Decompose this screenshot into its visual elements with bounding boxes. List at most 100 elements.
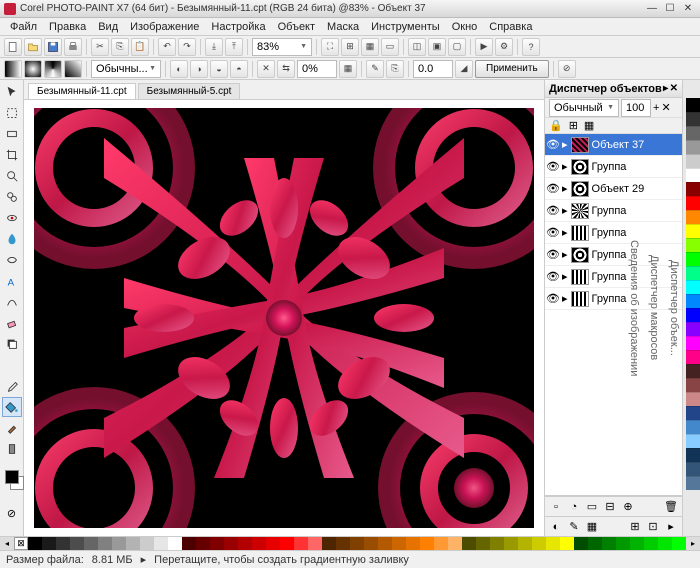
palette-swatch[interactable] xyxy=(532,537,546,550)
vpalette-swatch[interactable] xyxy=(686,210,700,224)
palette-swatch[interactable] xyxy=(84,537,98,550)
transparency-button[interactable]: ▦ xyxy=(339,60,357,78)
palette-swatch[interactable] xyxy=(602,537,616,550)
palette-swatch[interactable] xyxy=(266,537,280,550)
palette-swatch[interactable] xyxy=(560,537,574,550)
ft3-icon[interactable]: ▦ xyxy=(585,520,599,534)
ft1-icon[interactable]: ◐ xyxy=(549,520,563,534)
fill-tool[interactable] xyxy=(2,397,22,417)
expand-icon[interactable]: ▸ xyxy=(562,292,568,305)
grid-button[interactable]: ▦ xyxy=(361,38,379,56)
palette-swatch[interactable] xyxy=(196,537,210,550)
blend-mode-combo[interactable]: Обычны...▼ xyxy=(91,60,161,78)
vpalette-swatch[interactable] xyxy=(686,168,700,182)
vpalette-swatch[interactable] xyxy=(686,182,700,196)
palette-swatch[interactable] xyxy=(112,537,126,550)
new-object-icon[interactable]: ▫ xyxy=(549,500,563,514)
mask-transform-tool[interactable] xyxy=(2,124,22,144)
palette-swatch[interactable] xyxy=(294,537,308,550)
visibility-icon[interactable]: 👁 xyxy=(547,271,559,283)
palette-swatch[interactable] xyxy=(462,537,476,550)
new-button[interactable] xyxy=(4,38,22,56)
eraser-tool[interactable] xyxy=(2,313,22,333)
menu-image[interactable]: Изображение xyxy=(124,21,205,33)
vpalette-swatch[interactable] xyxy=(686,378,700,392)
layer-item[interactable]: 👁▸Группа xyxy=(545,156,682,178)
image-sprayer-tool[interactable] xyxy=(2,439,22,459)
fill-conical-button[interactable] xyxy=(44,60,62,78)
menu-edit[interactable]: Правка xyxy=(43,21,92,33)
palette-swatch[interactable] xyxy=(630,537,644,550)
vpalette-swatch[interactable] xyxy=(686,196,700,210)
vpalette-swatch[interactable] xyxy=(686,364,700,378)
palette-swatch[interactable] xyxy=(658,537,672,550)
lock-all-icon[interactable]: 🔒 xyxy=(549,119,563,132)
ft4-icon[interactable]: ⊞ xyxy=(628,520,642,534)
opacity-spin[interactable]: 0% xyxy=(297,60,337,78)
palette-swatch[interactable] xyxy=(154,537,168,550)
free-node-button[interactable]: ✕ xyxy=(257,60,275,78)
palette-prev[interactable]: ◂ xyxy=(0,537,14,550)
launch-button[interactable]: ▶ xyxy=(475,38,493,56)
fill-square-button[interactable] xyxy=(64,60,82,78)
vpalette-swatch[interactable] xyxy=(686,294,700,308)
new-mask-icon[interactable]: ▭ xyxy=(585,500,599,514)
style3-button[interactable]: ◒ xyxy=(210,60,228,78)
zoom-tool[interactable] xyxy=(2,166,22,186)
invert-mask-button[interactable]: ▣ xyxy=(428,38,446,56)
vpalette-swatch[interactable] xyxy=(686,420,700,434)
menu-view[interactable]: Вид xyxy=(92,21,124,33)
palette-swatch[interactable] xyxy=(140,537,154,550)
remove-mask-button[interactable]: ▢ xyxy=(448,38,466,56)
dropshadow-tool[interactable] xyxy=(2,334,22,354)
help-button[interactable]: ? xyxy=(522,38,540,56)
palette-swatch[interactable] xyxy=(336,537,350,550)
redo-button[interactable]: ↷ xyxy=(178,38,196,56)
menu-window[interactable]: Окно xyxy=(446,21,484,33)
eyedropper-tool[interactable] xyxy=(2,376,22,396)
pick-tool[interactable] xyxy=(2,82,22,102)
print-button[interactable] xyxy=(64,38,82,56)
layer-item[interactable]: 👁▸Группа xyxy=(545,244,682,266)
rtab-macros[interactable]: Диспетчер макросов xyxy=(648,255,660,360)
edit-button[interactable]: ✎ xyxy=(366,60,384,78)
palette-swatch[interactable] xyxy=(392,537,406,550)
palette-swatch[interactable] xyxy=(126,537,140,550)
rtab-objects[interactable]: Диспетчер объек... xyxy=(668,260,680,356)
paint-tool[interactable] xyxy=(2,418,22,438)
lock-pixel-icon[interactable]: ▦ xyxy=(584,119,594,132)
visibility-icon[interactable]: 👁 xyxy=(547,227,559,239)
liquid-tool[interactable] xyxy=(2,229,22,249)
palette-swatch[interactable] xyxy=(238,537,252,550)
ft-menu-icon[interactable]: ▸ xyxy=(664,520,678,534)
paste-button[interactable]: 📋 xyxy=(131,38,149,56)
rtab-info[interactable]: Сведения об изображении xyxy=(628,240,640,376)
zoom-combo[interactable]: 83%▼ xyxy=(252,38,312,56)
mirror-button[interactable]: ⇆ xyxy=(277,60,295,78)
panel-close-icon[interactable]: ✕ xyxy=(670,83,678,94)
reset-button[interactable]: ⊘ xyxy=(558,60,576,78)
menu-file[interactable]: Файл xyxy=(4,21,43,33)
layer-item[interactable]: 👁▸Группа xyxy=(545,222,682,244)
open-button[interactable] xyxy=(24,38,42,56)
visibility-icon[interactable]: 👁 xyxy=(547,205,559,217)
lock-pos-icon[interactable]: ⊞ xyxy=(569,119,578,132)
palette-swatch[interactable] xyxy=(210,537,224,550)
menu-tools[interactable]: Инструменты xyxy=(365,21,446,33)
layer-item[interactable]: 👁▸Группа xyxy=(545,200,682,222)
crop-tool[interactable] xyxy=(2,145,22,165)
palette-swatch[interactable] xyxy=(70,537,84,550)
cut-button[interactable]: ✂ xyxy=(91,38,109,56)
layer-opacity-spin[interactable]: 100 xyxy=(621,99,651,117)
combine-icon[interactable]: ⊕ xyxy=(621,500,635,514)
clone-tool[interactable] xyxy=(2,187,22,207)
visibility-icon[interactable]: 👁 xyxy=(547,183,559,195)
vpalette-swatch[interactable] xyxy=(686,252,700,266)
minimize-button[interactable]: — xyxy=(644,2,660,16)
canvas[interactable] xyxy=(34,108,534,528)
close-button[interactable]: ✕ xyxy=(680,2,696,16)
palette-swatch[interactable] xyxy=(434,537,448,550)
copy-button[interactable]: ⎘ xyxy=(111,38,129,56)
apply-button[interactable]: Применить xyxy=(475,60,549,78)
palette-swatch[interactable] xyxy=(350,537,364,550)
